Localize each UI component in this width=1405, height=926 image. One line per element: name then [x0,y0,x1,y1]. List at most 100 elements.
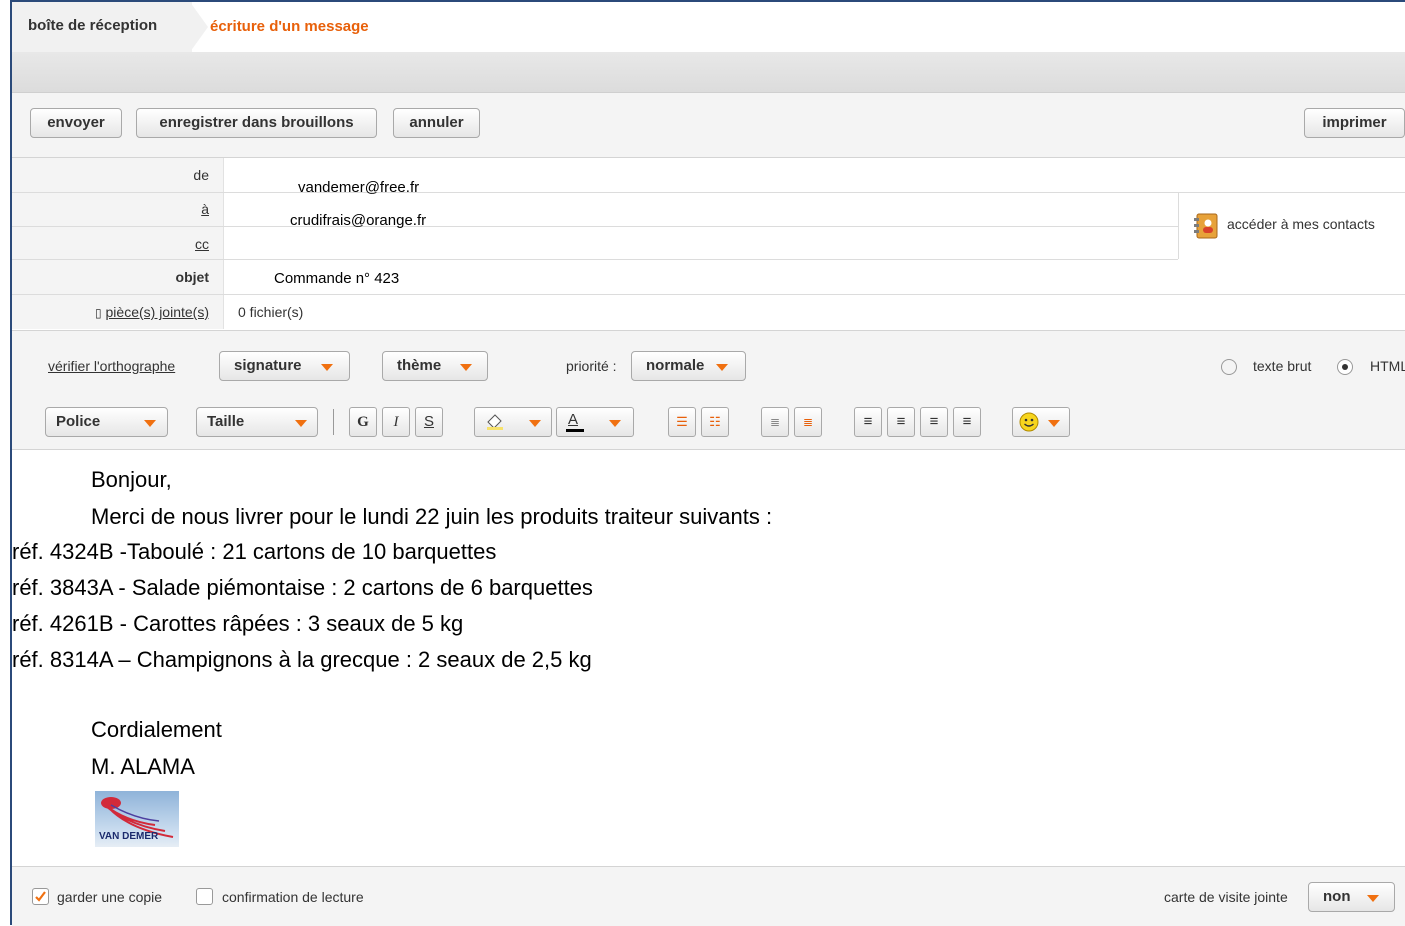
smiley-icon [1019,412,1039,432]
read-receipt-checkbox[interactable] [196,888,213,905]
to-label[interactable]: à [201,201,209,217]
subject-label: objet [12,260,224,294]
align-right-button[interactable]: ≡ [920,407,948,437]
business-card-label: carte de visite jointe [1164,889,1288,905]
breadcrumb-inbox-label[interactable]: boîte de réception [28,17,157,34]
bullet-list-icon: ☷ [709,414,721,429]
dropdown-arrow-icon [716,364,728,371]
font-dropdown[interactable]: Police [45,407,168,437]
order-item: réf. 3843A - Salade piémontaise : 2 cart… [12,575,593,600]
signature-label: signature [234,357,302,374]
highlight-color-button[interactable] [474,407,552,437]
emoji-button[interactable] [1012,407,1070,437]
font-label: Police [56,413,101,430]
business-card-dropdown[interactable]: non [1308,882,1395,912]
contacts-link[interactable]: accéder à mes contacts [1178,193,1405,259]
message-body[interactable]: Bonjour, Merci de nous livrer pour le lu… [12,450,1405,847]
breadcrumb-separator [190,2,208,52]
read-receipt-label: confirmation de lecture [222,889,364,905]
from-row: de vandemer@free.fr [12,158,1405,196]
align-center-button[interactable]: ≡ [887,407,915,437]
message-header: de vandemer@free.fr à crudifrais@orange.… [12,158,1405,330]
theme-label: thème [397,357,442,374]
order-item: réf. 4261B - Carottes râpées : 3 seaux d… [12,611,464,636]
plain-text-label: texte brut [1253,358,1312,374]
attachments-value: 0 fichier(s) [238,304,304,320]
indent-icon: ≣ [802,415,814,429]
breadcrumb-inbox[interactable]: boîte de réception [12,2,192,52]
dropdown-arrow-icon [1048,420,1060,427]
action-toolbar: envoyer enregistrer dans brouillons annu… [12,93,1405,158]
priority-dropdown[interactable]: normale [631,351,746,381]
italic-button[interactable]: I [382,407,410,437]
text-color-button[interactable]: A [556,407,634,437]
save-draft-button[interactable]: enregistrer dans brouillons [136,108,377,138]
from-label: de [12,158,224,192]
company-logo: VAN DEMER [95,791,179,847]
paint-bucket-icon [487,414,503,430]
indent-button[interactable]: ≣ [794,407,822,437]
align-left-button[interactable]: ≡ [854,407,882,437]
cc-label[interactable]: cc [195,236,209,252]
intro-line: Merci de nous livrer pour le lundi 22 ju… [91,504,773,529]
to-row: à crudifrais@orange.fr [12,193,1178,229]
keep-copy-label: garder une copie [57,889,163,905]
closing-line: Cordialement [91,717,222,742]
signature-name: M. ALAMA [91,754,195,779]
underline-button[interactable]: S [415,407,443,437]
top-gray-bar [12,52,1405,93]
subject-value[interactable]: Commande n° 423 [274,270,399,287]
logo-text: VAN DEMER [99,831,159,842]
radio-dot [1342,364,1348,370]
order-item: réf. 4324B -Taboulé : 21 cartons de 10 b… [12,539,497,564]
breadcrumb-compose: écriture d'un message [210,18,369,35]
outdent-icon: ≣ [769,415,781,429]
send-button[interactable]: envoyer [30,108,122,138]
greeting-line: Bonjour, [91,467,172,492]
attachments-label[interactable]: pièce(s) jointe(s) [106,304,209,320]
paperclip-icon: ▯ [95,306,102,320]
theme-dropdown[interactable]: thème [382,351,488,381]
priority-label: priorité : [566,358,617,374]
justify-icon: ≡ [962,413,972,430]
order-item: réf. 8314A – Champignons à la grecque : … [12,647,592,672]
cc-row: cc [12,227,1178,260]
checkmark-icon [35,891,46,902]
spellcheck-link[interactable]: vérifier l'orthographe [48,358,175,374]
dropdown-arrow-icon [295,420,307,427]
contacts-label[interactable]: accéder à mes contacts [1227,216,1375,232]
align-right-icon: ≡ [929,413,939,430]
html-radio[interactable] [1337,359,1353,375]
align-left-icon: ≡ [863,413,873,430]
address-book-icon [1194,213,1218,239]
breadcrumb: boîte de réception écriture d'un message [12,2,1405,53]
justify-button[interactable]: ≡ [953,407,981,437]
dropdown-arrow-icon [1367,895,1379,902]
outdent-button[interactable]: ≣ [761,407,789,437]
size-dropdown[interactable]: Taille [196,407,318,437]
keep-copy-checkbox[interactable] [32,888,49,905]
subject-row: objet Commande n° 423 [12,260,1405,295]
numbered-list-icon: ☰ [676,414,688,429]
text-color-swatch [566,429,584,432]
signature-dropdown[interactable]: signature [219,351,350,381]
priority-value: normale [646,357,705,374]
plain-text-radio[interactable] [1221,359,1237,375]
dropdown-arrow-icon [460,364,472,371]
numbered-list-button[interactable]: ☰ [668,407,696,437]
compose-options: vérifier l'orthographe signature thème p… [12,330,1405,396]
print-button[interactable]: imprimer [1304,108,1405,138]
compose-footer: garder une copie confirmation de lecture… [12,866,1405,926]
editor-toolbar: Police Taille G I S A ☰ ☷ ≣ ≣ ≡ ≡ ≡ ≡ [12,395,1405,450]
bold-button[interactable]: G [349,407,377,437]
dropdown-arrow-icon [609,420,621,427]
business-card-value: non [1323,888,1351,905]
bullet-list-button[interactable]: ☷ [701,407,729,437]
align-center-icon: ≡ [896,413,906,430]
dropdown-arrow-icon [144,420,156,427]
dropdown-arrow-icon [321,364,333,371]
toolbar-divider [333,409,334,435]
attachments-row: ▯ pièce(s) jointe(s) 0 fichier(s) [12,295,1405,329]
html-label: HTML [1370,358,1405,374]
cancel-button[interactable]: annuler [393,108,480,138]
